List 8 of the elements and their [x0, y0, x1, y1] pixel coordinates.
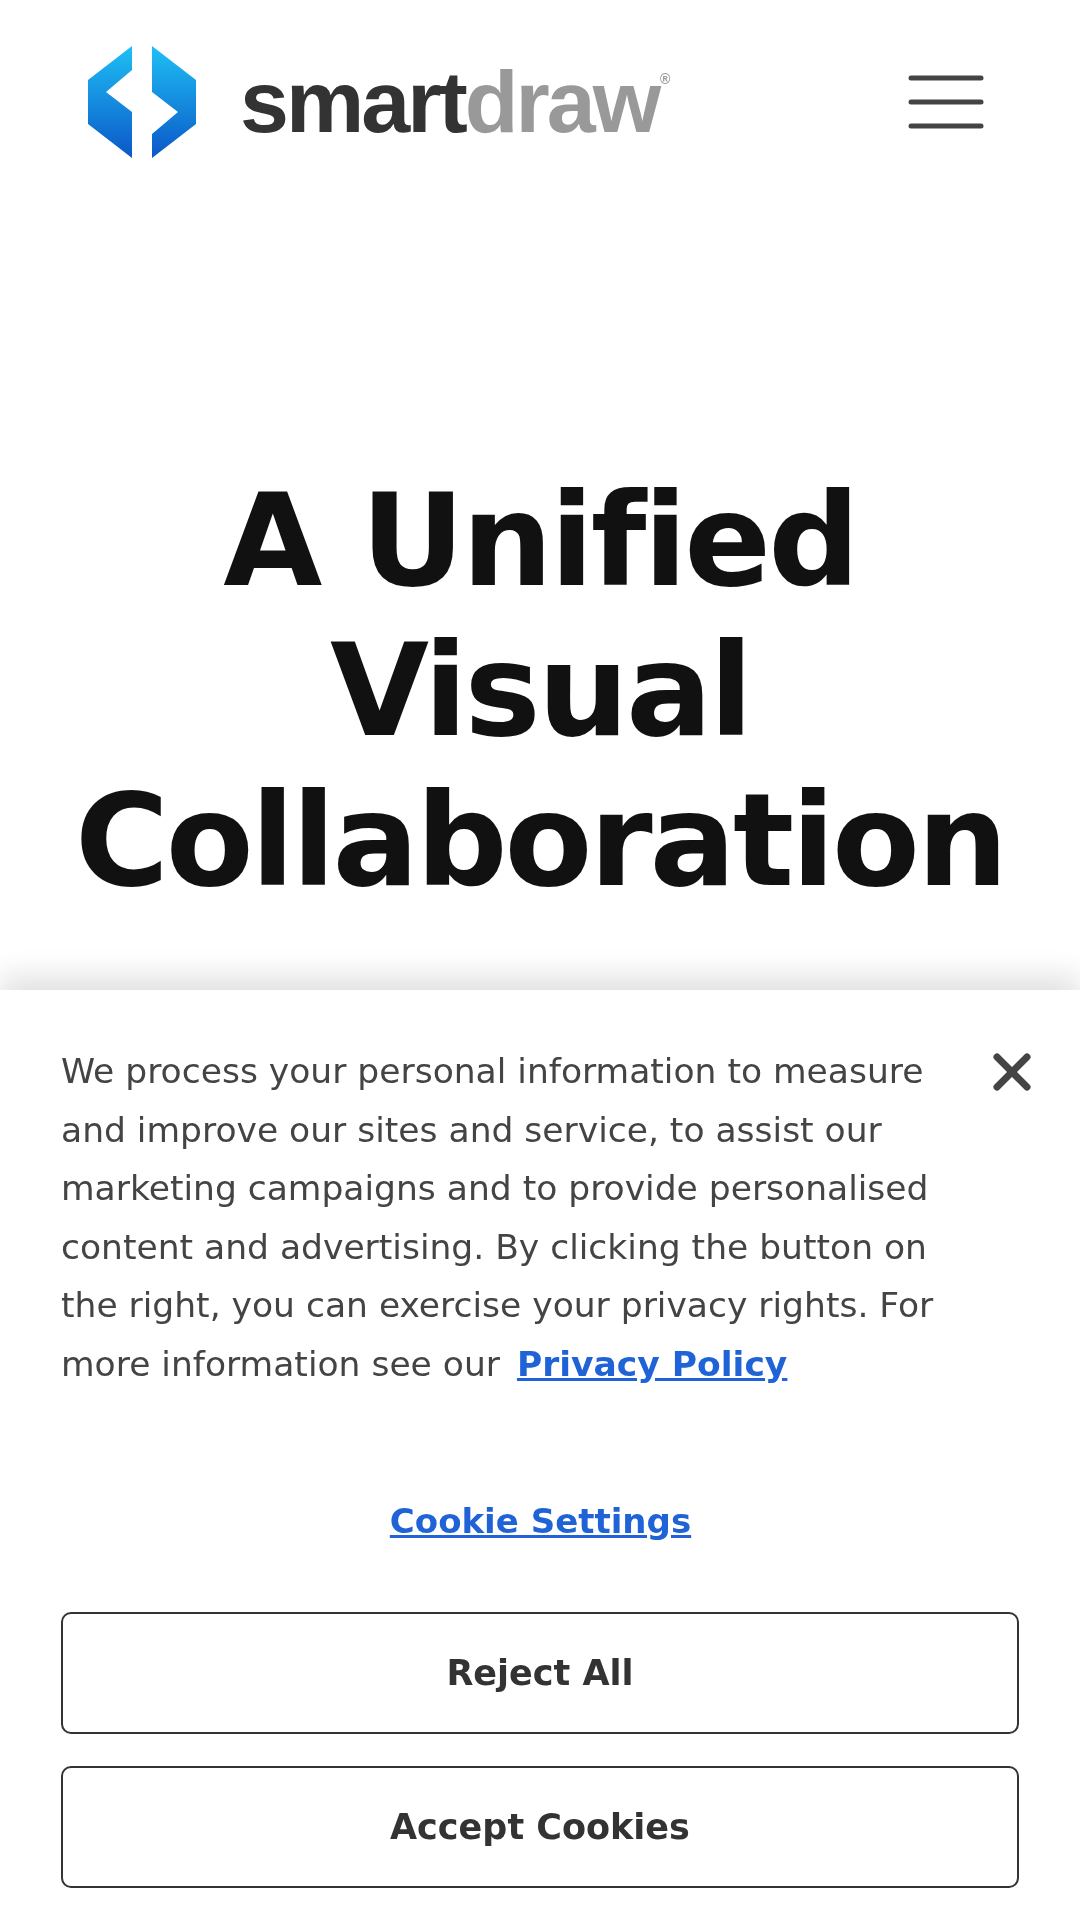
cookie-settings-link[interactable]: Cookie Settings: [383, 1495, 698, 1548]
hero-title: A Unified Visual Collaboration: [73, 466, 1007, 916]
logo-icon: [88, 46, 196, 158]
privacy-policy-link[interactable]: Privacy Policy: [516, 1343, 788, 1384]
reject-all-button[interactable]: Reject All: [61, 1612, 1019, 1734]
close-button[interactable]: [992, 1052, 1032, 1092]
accept-cookies-button[interactable]: Accept Cookies: [61, 1766, 1019, 1888]
cookie-message: We process your personal information to measure and improve our sites and service, to assist our marketing campaigns and to provide personalised content and advertising. By clicking the button on the right, you can exercise your privacy rights. For more information see our Privacy Policy: [61, 1050, 935, 1386]
